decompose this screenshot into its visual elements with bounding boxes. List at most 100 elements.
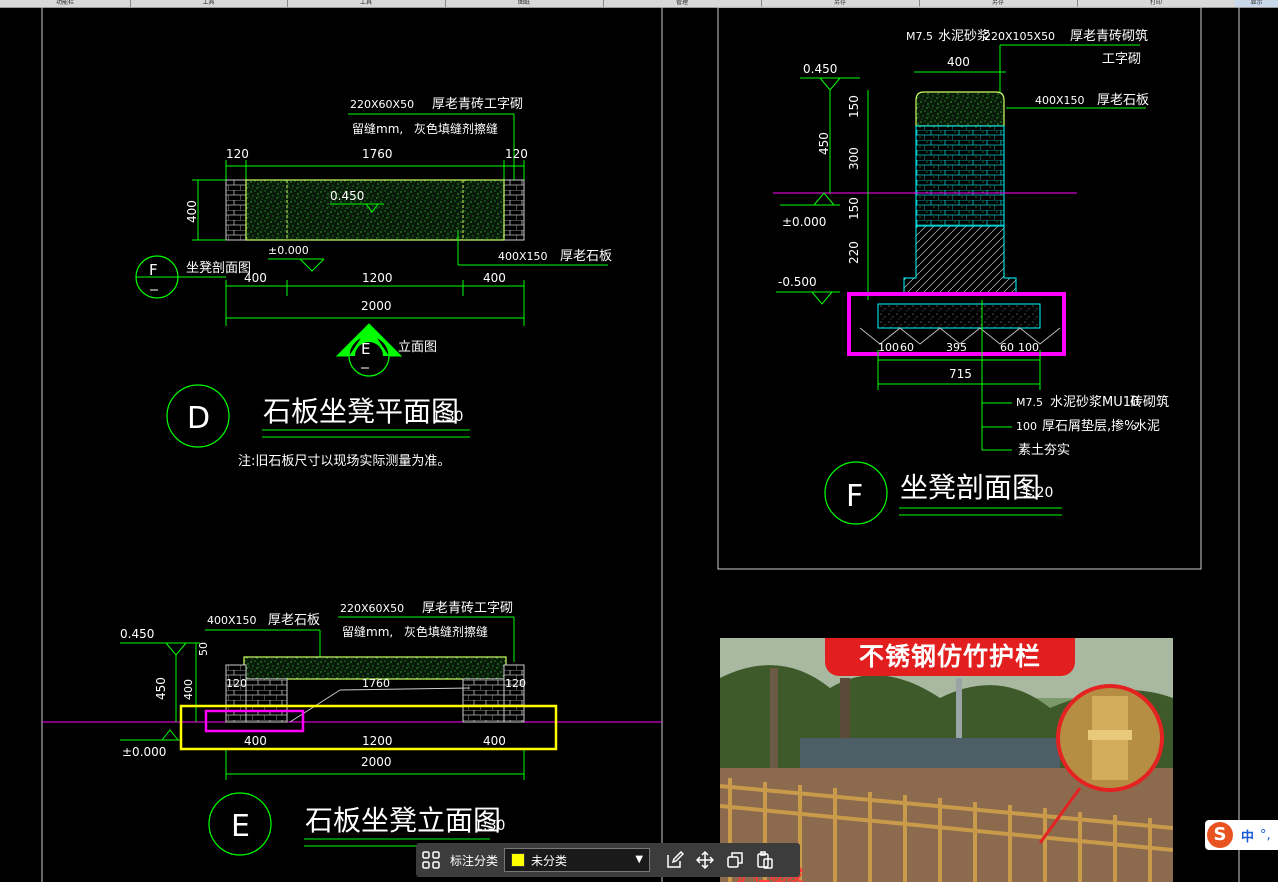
sec-level-neg0500: -0.500 <box>778 275 817 289</box>
plan-title-mark: D <box>187 401 210 436</box>
elev-level-0450: 0.450 <box>120 627 154 641</box>
plan-title: 石板坐凳平面图 <box>263 395 459 428</box>
elev-stone-slab <box>243 656 507 680</box>
sec-slab-size: 400X150 <box>1035 94 1085 107</box>
plan-elev-label: 立面图 <box>398 340 437 355</box>
elev-title-mark: E <box>231 809 250 844</box>
sec-layer3-soil: 素土夯实 <box>1018 443 1070 458</box>
elev-scale: 1:30 <box>474 818 505 834</box>
annotation-toolbar: 标注分类 未分类 ▼ <box>416 843 800 877</box>
paste-icon[interactable] <box>750 845 780 875</box>
sec-layer2-gravel: 厚石屑垫层,掺% <box>1042 418 1137 434</box>
edit-icon[interactable] <box>660 845 690 875</box>
plan-brick-desc: 厚老青砖工字砌 <box>432 97 523 112</box>
sec-layer1-m75: M7.5 <box>1016 396 1043 409</box>
chevron-down-icon: ▼ <box>635 854 644 865</box>
plan-dim-1760: 1760 <box>362 147 393 161</box>
plan-joint-note: 留缝mm, <box>352 121 403 136</box>
elev-dim-400: 400 <box>182 679 195 700</box>
sec-gravel-bed <box>877 303 1041 329</box>
sec-dim-715: 715 <box>949 367 972 381</box>
move-icon[interactable] <box>690 845 720 875</box>
section-view: M7.5 水泥砂浆 220X105X50 厚老青砖砌筑 工字砌 400 400X… <box>773 28 1169 525</box>
sec-dim-150-a: 150 <box>847 95 861 118</box>
sec-stone-slab <box>915 91 1005 127</box>
elev-dim-400-right: 400 <box>483 734 506 748</box>
plan-section-mark-letter: F <box>149 261 158 279</box>
elevation-view: 0.450 450 400 50 ±0.000 400X150 厚老石板 220… <box>42 601 662 856</box>
plan-dim-1200: 1200 <box>362 271 393 285</box>
elev-dim-50: 50 <box>197 642 210 656</box>
plan-elev-mark-letter: E <box>361 340 370 358</box>
plan-view: 220X60X50 厚老青砖工字砌 留缝mm, 灰色填缝剂擦缝 120 1760… <box>135 97 612 469</box>
sec-dim-60-left: 60 <box>900 341 914 354</box>
category-label: 标注分类 <box>450 853 499 868</box>
plan-note: 注:旧石板尺寸以现场实际测量为准。 <box>238 454 450 469</box>
elev-dim-400-left: 400 <box>244 734 267 748</box>
plan-dim-120-right: 120 <box>505 147 528 161</box>
elev-dim-120-left: 120 <box>226 677 247 690</box>
sec-brick-body <box>915 125 1005 227</box>
sec-slab-desc: 厚老石板 <box>1097 93 1149 108</box>
plan-level-0450: 0.450 <box>330 189 364 203</box>
copy-icon[interactable] <box>720 845 750 875</box>
plan-slab-size: 400X150 <box>498 250 548 263</box>
sec-top-mortar: 水泥砂浆 <box>938 29 990 44</box>
sec-title: 坐凳剖面图 <box>900 471 1040 504</box>
category-select-value: 未分类 <box>531 853 568 868</box>
elev-joint-note: 留缝mm, <box>342 624 393 639</box>
sec-top-size: 220X105X50 <box>984 30 1055 43</box>
plan-level-0000: ±0.000 <box>268 244 309 257</box>
plan-dim-400-height: 400 <box>185 200 199 223</box>
category-color-swatch <box>511 853 526 867</box>
sec-dim-450: 450 <box>817 132 831 155</box>
plan-section-label: 坐凳剖面图 <box>186 260 251 276</box>
sec-dim-60-right: 60 <box>1000 341 1014 354</box>
elev-slab-size: 400X150 <box>207 614 257 627</box>
elev-dim-2000: 2000 <box>361 755 392 769</box>
sec-title-mark: F <box>846 479 863 514</box>
sec-layer1-mortar: 水泥砂浆MU10 <box>1050 395 1139 410</box>
plan-scale: 1:30 <box>432 409 463 425</box>
sec-layer2-cement: 水泥 <box>1134 419 1160 434</box>
grid-apps-icon[interactable] <box>416 845 446 875</box>
plan-brick-size: 220X60X50 <box>350 98 414 111</box>
elev-joint-note-2: 灰色填缝剂擦缝 <box>404 624 488 639</box>
elev-brick-size: 220X60X50 <box>340 602 404 615</box>
elev-dim-120-right: 120 <box>505 677 526 690</box>
elev-dim-1760: 1760 <box>362 677 390 690</box>
sec-level-0000: ±0.000 <box>782 215 826 229</box>
sec-dim-220: 220 <box>847 241 861 264</box>
ime-indicator[interactable]: S 中 °, <box>1205 820 1278 850</box>
sec-layer1-brick: 砖砌筑 <box>1130 394 1169 410</box>
photo-banner: 不锈钢仿竹护栏 <box>825 638 1075 676</box>
plan-dim-400-left: 400 <box>244 271 267 285</box>
elev-title: 石板坐凳立面图 <box>305 804 501 837</box>
sogou-logo-icon: S <box>1207 822 1233 848</box>
sec-top-brick: 厚老青砖砌筑 <box>1070 28 1148 44</box>
ime-language: 中 <box>1241 829 1255 845</box>
elev-slab-desc: 厚老石板 <box>268 613 320 628</box>
sec-scale: 1:20 <box>1022 485 1053 501</box>
sec-width-400: 400 <box>947 55 970 69</box>
sec-dim-395: 395 <box>946 341 967 354</box>
plan-dim-120-left: 120 <box>226 147 249 161</box>
sec-top-bond: 工字砌 <box>1102 52 1141 67</box>
sec-dim-150-b: 150 <box>847 197 861 220</box>
plan-dim-2000: 2000 <box>361 299 392 313</box>
ime-punctuation: °, <box>1260 827 1271 843</box>
sec-dim-100-left: 100 <box>878 341 899 354</box>
category-select[interactable]: 未分类 ▼ <box>504 848 651 872</box>
plan-joint-note-2: 灰色填缝剂擦缝 <box>414 121 498 136</box>
sec-level-0450: 0.450 <box>803 62 837 76</box>
elev-level-0000: ±0.000 <box>122 745 166 759</box>
elev-brick-desc: 厚老青砖工字砌 <box>422 601 513 616</box>
sec-top-m75: M7.5 <box>906 30 933 43</box>
sec-dim-100-right: 100 <box>1018 341 1039 354</box>
elev-dim-1200: 1200 <box>362 734 393 748</box>
plan-stone-slab <box>245 179 505 241</box>
sec-layer2-100: 100 <box>1016 420 1037 433</box>
sec-dim-300: 300 <box>847 147 861 170</box>
plan-dim-400-right: 400 <box>483 271 506 285</box>
plan-slab-desc: 厚老石板 <box>560 249 612 264</box>
